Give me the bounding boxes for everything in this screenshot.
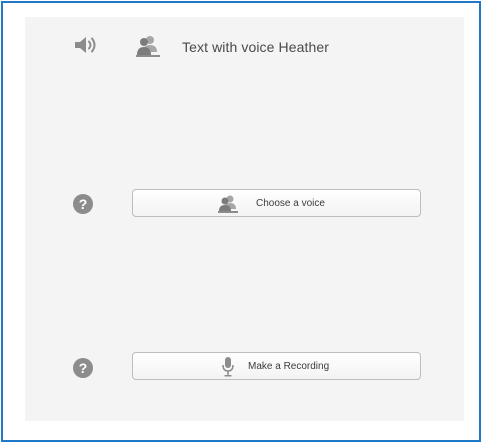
voice-title: Text with voice Heather [182,39,330,55]
microphone-icon [221,356,235,378]
voice-header-row: Text with voice Heather [25,17,464,79]
voice-panel: Text with voice Heather ? Choose a voice… [25,17,464,421]
choose-voice-label: Choose a voice [256,198,325,209]
people-icon [135,34,161,58]
make-recording-label: Make a Recording [248,361,330,372]
help-icon[interactable]: ? [73,358,93,378]
make-recording-button[interactable]: Make a Recording [132,352,421,380]
make-recording-button-content: Make a Recording [133,353,420,379]
choose-voice-button[interactable]: Choose a voice [132,189,421,217]
speaker-icon[interactable] [73,34,99,56]
choose-voice-button-content: Choose a voice [133,190,420,216]
people-icon [217,194,239,214]
help-icon[interactable]: ? [73,194,93,214]
widget-frame: Text with voice Heather ? Choose a voice… [1,1,481,442]
